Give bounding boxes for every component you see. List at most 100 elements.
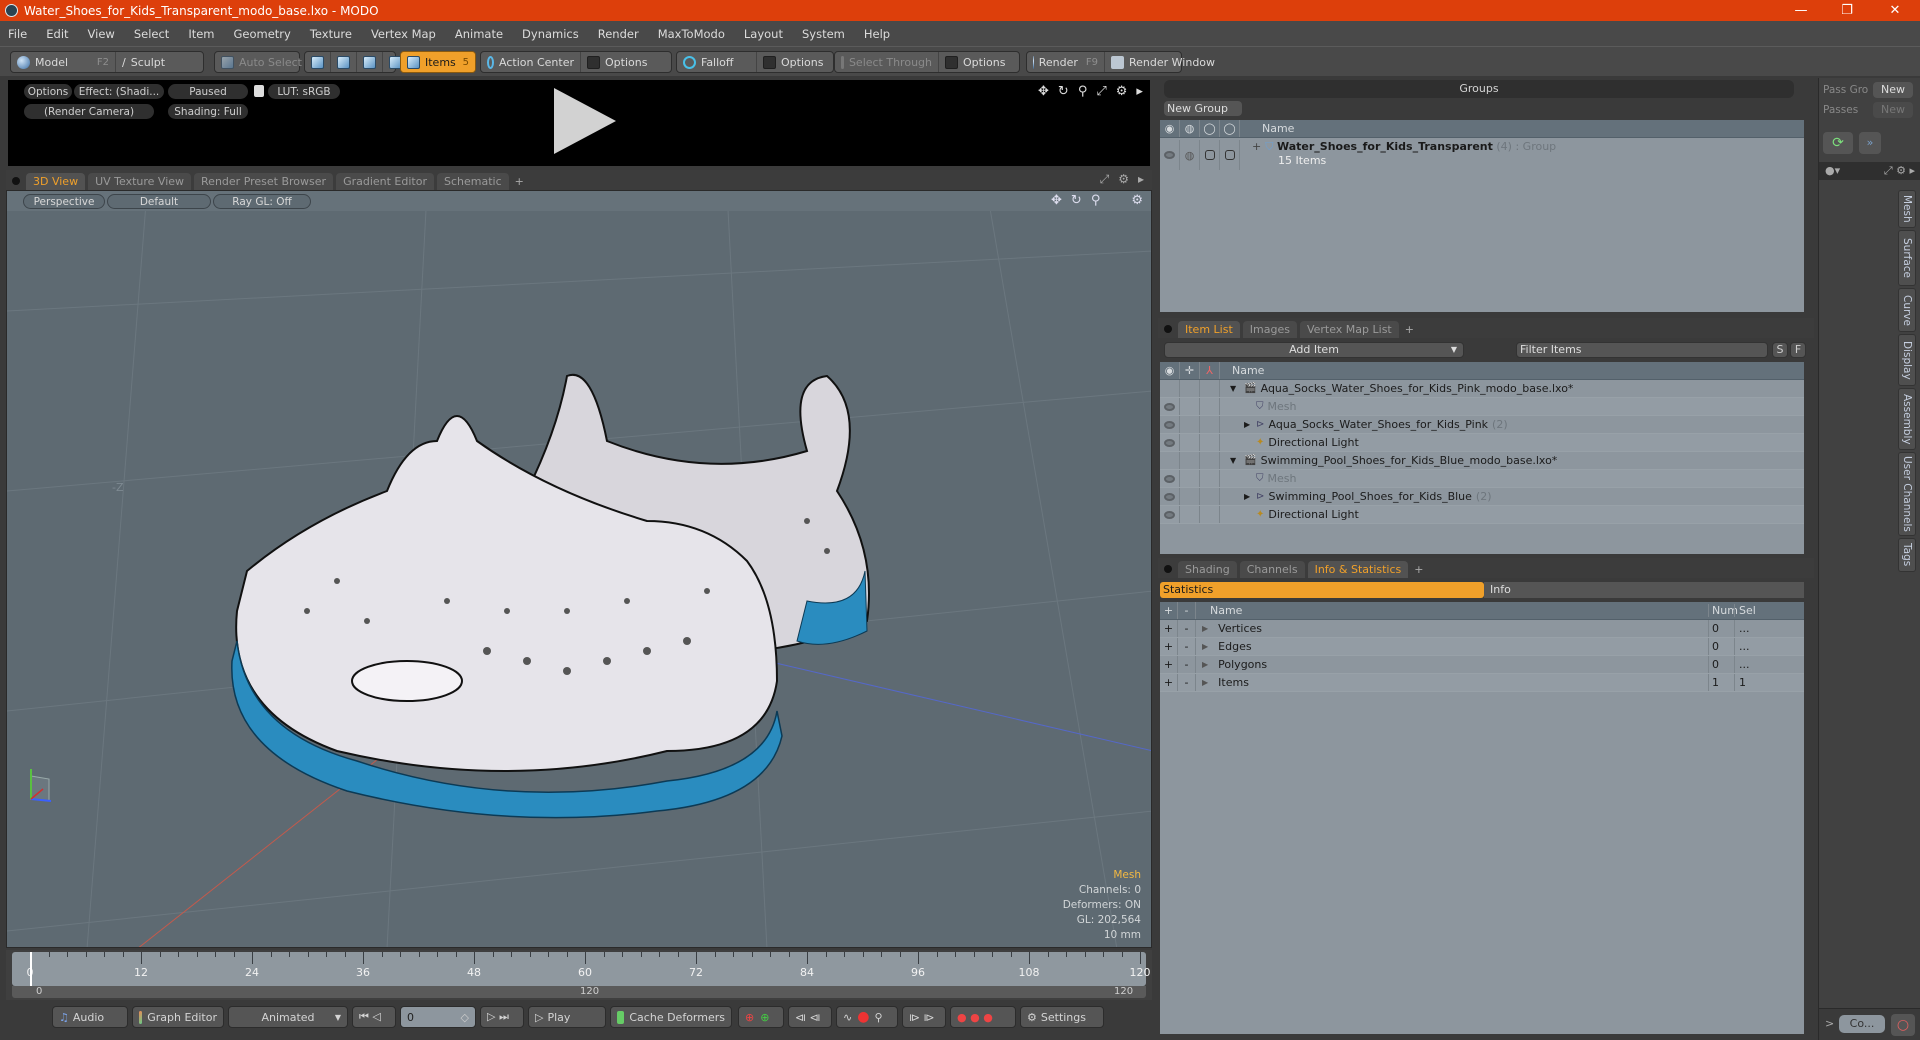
falloff-options-button[interactable]: Options — [757, 52, 829, 72]
add-item-dropdown[interactable]: Add Item ▼ — [1164, 342, 1464, 358]
skip-end-button[interactable]: ▷ ⏭ — [480, 1006, 524, 1028]
side-tab-mesh[interactable]: Mesh — [1898, 190, 1916, 228]
visibility-toggle[interactable] — [1160, 470, 1180, 487]
filter-f-button[interactable]: F — [1790, 342, 1806, 358]
vertices-mode-button[interactable] — [305, 52, 331, 72]
select-through-button[interactable]: Select Through — [835, 52, 939, 72]
pivot-toggle[interactable] — [1180, 506, 1200, 523]
pivot-toggle[interactable] — [1180, 398, 1200, 415]
graph-editor-button[interactable]: Graph Editor — [132, 1006, 224, 1028]
3d-viewport[interactable]: -Z Perspective Default Ray GL: Off ✥ ↻ ⚲… — [6, 190, 1152, 948]
menu-maxtomodo[interactable]: MaxToModo — [658, 27, 725, 41]
pivot-toggle[interactable] — [1180, 452, 1200, 469]
expand-passes-icon[interactable]: » — [1859, 132, 1881, 154]
tab-3d-view[interactable]: 3D View — [26, 173, 86, 190]
expand-icon[interactable]: ▶ — [1202, 660, 1208, 669]
rotate-view-icon[interactable]: ↻ — [1058, 84, 1069, 99]
raygl-dropdown[interactable]: Ray GL: Off — [213, 194, 311, 209]
visibility-toggle[interactable] — [1160, 452, 1180, 469]
tab-channels[interactable]: Channels — [1239, 561, 1305, 578]
statistics-row[interactable]: + - ▶ Edges 0... — [1160, 638, 1804, 656]
settings-button[interactable]: ⚙ Settings — [1020, 1006, 1104, 1028]
play-button[interactable]: ▷ Play — [528, 1006, 606, 1028]
add-tab-button[interactable]: + — [1402, 321, 1417, 338]
default-dropdown[interactable]: Default — [107, 194, 211, 209]
effect-dropdown[interactable]: Effect: (Shadi... — [74, 84, 164, 99]
menu-item[interactable]: Item — [188, 27, 214, 41]
expand-icon[interactable]: + — [1252, 140, 1261, 153]
tab-vertex-map-list[interactable]: Vertex Map List — [1299, 321, 1399, 338]
collapse-icon[interactable]: ▼ — [1230, 456, 1236, 465]
axis-toggle[interactable] — [1200, 398, 1220, 415]
item-list-row[interactable]: ▼ 🎬 Aqua_Socks_Water_Shoes_for_Kids_Pink_m… — [1160, 380, 1804, 398]
tab-uv-texture-view[interactable]: UV Texture View — [88, 173, 192, 190]
visibility-toggle[interactable] — [1160, 506, 1180, 523]
side-tab-display[interactable]: Display — [1898, 334, 1916, 386]
axis-toggle[interactable] — [1200, 416, 1220, 433]
zoom-view-icon[interactable]: ⚲ — [1078, 84, 1088, 99]
arrow-right-icon[interactable]: ▸ — [1136, 84, 1143, 99]
arrow-right-icon[interactable]: ▸ — [1138, 172, 1144, 187]
menu-view[interactable]: View — [88, 27, 115, 41]
audio-button[interactable]: ♫ Audio — [52, 1006, 128, 1028]
render-window-button[interactable]: Render Window — [1105, 52, 1221, 72]
close-icon[interactable]: ✕ — [1872, 0, 1918, 21]
render-camera-dropdown[interactable]: (Render Camera) — [24, 104, 154, 119]
pivot-toggle[interactable] — [1180, 380, 1200, 397]
lock-col-icon[interactable]: ◯ — [1200, 120, 1220, 137]
key-options-button[interactable]: ● ● ● — [950, 1006, 1016, 1028]
tab-item-list[interactable]: Item List — [1178, 321, 1240, 338]
axis-toggle[interactable] — [1200, 470, 1220, 487]
remove-stat-button[interactable]: - — [1178, 674, 1196, 691]
axis-toggle[interactable] — [1200, 488, 1220, 505]
group-row[interactable]: ◍ + ⛉ Water_Shoes_for_Kids_Transparent (4… — [1160, 138, 1804, 172]
skip-start-button[interactable]: ⏮ ◁ — [352, 1006, 396, 1028]
remove-stat-button[interactable]: - — [1178, 620, 1196, 637]
shading-dropdown[interactable]: Shading: Full — [168, 104, 248, 119]
menu-dynamics[interactable]: Dynamics — [522, 27, 579, 41]
axis-col-icon[interactable]: ⅄ — [1200, 362, 1220, 379]
render-button[interactable]: Render F9 — [1027, 52, 1105, 72]
auto-select-button[interactable]: Auto Select — [215, 52, 308, 72]
side-tab-curve[interactable]: Curve — [1898, 288, 1916, 332]
axis-toggle[interactable] — [1200, 380, 1220, 397]
visibility-col-icon[interactable]: ◉ — [1160, 120, 1180, 137]
pivot-col-icon[interactable]: ✛ — [1180, 362, 1200, 379]
visibility-toggle[interactable] — [1160, 380, 1180, 397]
pivot-toggle[interactable] — [1180, 416, 1200, 433]
menu-animate[interactable]: Animate — [455, 27, 503, 41]
filter-items-input[interactable]: Filter Items — [1516, 342, 1768, 358]
collapse-icon[interactable]: ▼ — [1230, 384, 1236, 393]
render-toggle[interactable]: ◍ — [1180, 140, 1200, 170]
lock-toggle[interactable] — [1200, 140, 1220, 170]
prev-key-button[interactable]: ⧏ ⧏ — [788, 1006, 832, 1028]
menu-file[interactable]: File — [8, 27, 27, 41]
filter-s-button[interactable]: S — [1772, 342, 1788, 358]
shoe-model[interactable] — [231, 373, 870, 819]
item-list-row[interactable]: ▶ ⊳ Aqua_Socks_Water_Shoes_for_Kids_Pink (2… — [1160, 416, 1804, 434]
edges-mode-button[interactable] — [331, 52, 357, 72]
timeline-range[interactable]: 0 120 120 — [12, 986, 1146, 998]
maximize-icon[interactable]: ⤢ — [1096, 84, 1106, 99]
falloff-button[interactable]: Falloff — [677, 52, 757, 72]
axis-toggle[interactable] — [1200, 506, 1220, 523]
panel-controls-icon[interactable]: ⤢ ⚙ ▸ — [1884, 164, 1915, 178]
tab-info-statistics[interactable]: Info & Statistics — [1307, 561, 1409, 578]
remove-stat-button[interactable]: - — [1178, 638, 1196, 655]
tab-images[interactable]: Images — [1242, 321, 1297, 338]
tab-gradient-editor[interactable]: Gradient Editor — [336, 173, 434, 190]
item-list-row[interactable]: ✦ Directional Light — [1160, 434, 1804, 452]
add-stat-button[interactable]: + — [1160, 674, 1178, 691]
expand-icon[interactable]: ▶ — [1202, 678, 1208, 687]
visibility-toggle[interactable] — [1160, 488, 1180, 505]
action-center-button[interactable]: Action Center — [481, 52, 581, 72]
polygons-mode-button[interactable] — [357, 52, 383, 72]
item-list-row[interactable]: ▼ 🎬 Swimming_Pool_Shoes_for_Kids_Blue_modo… — [1160, 452, 1804, 470]
maximize-icon[interactable]: ⤢ — [1100, 172, 1110, 187]
move-view-icon[interactable]: ✥ — [1051, 193, 1062, 208]
frame-input[interactable]: 0 ◇ — [400, 1006, 476, 1028]
zoom-view-icon[interactable]: ⚲ — [1091, 193, 1101, 208]
perspective-dropdown[interactable]: Perspective — [23, 194, 105, 209]
item-list-row[interactable]: ▶ ⊳ Swimming_Pool_Shoes_for_Kids_Blue (2) — [1160, 488, 1804, 506]
add-stat-button[interactable]: + — [1160, 638, 1178, 655]
